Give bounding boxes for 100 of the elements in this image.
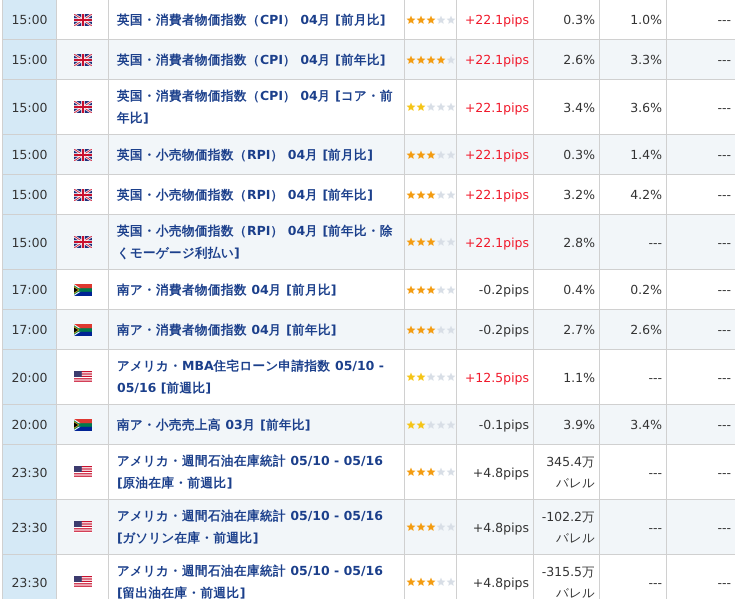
table-cell-text: 0.4% — [563, 281, 595, 299]
star-icon — [436, 54, 446, 64]
pips-value: +12.5pips — [464, 370, 529, 384]
table-cell-text: 2.8% — [563, 234, 595, 252]
star-icon — [406, 150, 416, 160]
table-cell: --- — [717, 234, 731, 250]
table-cell: --- — [717, 417, 731, 432]
event-title[interactable]: アメリカ・MBA住宅ローン申請指数 05/10 - 05/16 [前週比] — [117, 355, 396, 399]
table-cell: 0.2% — [630, 282, 662, 297]
table-cell: --- — [648, 574, 662, 590]
star-icon — [416, 190, 426, 200]
star-icon — [426, 190, 436, 200]
event-title[interactable]: 英国・消費者物価指数（CPI） 04月 [コア・前年比] — [117, 85, 396, 129]
table-cell: --- — [717, 282, 731, 297]
flag-icon — [74, 14, 92, 26]
star-icon — [416, 237, 426, 247]
star-icon — [406, 102, 416, 112]
table-cell-text: 0.3% — [563, 11, 595, 29]
star-icon — [416, 467, 426, 477]
event-time: 15:00 — [11, 147, 48, 162]
pips-value: +4.8pips — [472, 520, 529, 534]
table-cell-text: 2.7% — [563, 321, 595, 339]
event-time: 15:00 — [11, 12, 48, 27]
table-cell-text: 2.6% — [563, 51, 595, 69]
event-time: 15:00 — [11, 52, 48, 67]
event-title[interactable]: アメリカ・週間石油在庫統計 05/10 - 05/16 [原油在庫・前週比] — [117, 450, 396, 494]
table-cell: 3.6% — [630, 100, 662, 114]
pips-value: -0.1pips — [478, 417, 529, 432]
table-cell: 3.4% — [630, 417, 662, 432]
star-icon — [406, 237, 416, 247]
table-cell-text: -315.5万バレル — [540, 563, 595, 599]
event-title[interactable]: 南ア・消費者物価指数 04月 [前月比] — [117, 278, 337, 300]
star-icon — [406, 420, 416, 430]
flag-icon — [74, 101, 92, 113]
star-icon — [426, 237, 436, 247]
table-cell: --- — [717, 520, 731, 534]
event-title[interactable]: 英国・小売物価指数（RPI） 04月 [前月比] — [117, 144, 373, 166]
event-time: 23:30 — [11, 464, 48, 480]
table-cell: 1.4% — [630, 147, 662, 162]
star-icon — [426, 284, 436, 294]
star-icon — [406, 522, 416, 532]
star-icon — [426, 577, 436, 587]
event-time: 15:00 — [11, 234, 48, 250]
star-icon — [416, 577, 426, 587]
flag-icon — [74, 236, 92, 248]
table-cell: 4.2% — [630, 187, 662, 202]
flag-icon — [74, 466, 92, 478]
star-icon — [406, 54, 416, 64]
event-time: 17:00 — [11, 282, 48, 297]
table-cell: --- — [717, 12, 731, 27]
table-cell: 3.3% — [630, 52, 662, 67]
star-icon — [426, 522, 436, 532]
flag-icon — [74, 371, 92, 383]
event-title[interactable]: 南ア・小売売上高 03月 [前年比] — [117, 414, 311, 436]
table-cell: --- — [717, 322, 731, 337]
event-time: 23:30 — [11, 520, 48, 534]
pips-value: +22.1pips — [464, 147, 529, 162]
pips-value: +22.1pips — [464, 187, 529, 202]
table-cell: --- — [648, 520, 662, 534]
event-title[interactable]: アメリカ・週間石油在庫統計 05/10 - 05/16 [留出油在庫・前週比] — [117, 560, 396, 599]
star-icon — [406, 467, 416, 477]
pips-value: +22.1pips — [464, 52, 529, 67]
flag-icon — [74, 284, 92, 296]
flag-icon — [74, 148, 92, 160]
table-cell-text: 345.4万バレル — [545, 453, 595, 492]
flag-icon — [74, 324, 92, 336]
star-icon — [416, 14, 426, 24]
table-cell: 1.0% — [630, 12, 662, 27]
pips-value: +22.1pips — [464, 100, 529, 114]
event-title[interactable]: アメリカ・週間石油在庫統計 05/10 - 05/16 [ガソリン在庫・前週比] — [117, 505, 396, 549]
event-title[interactable]: 英国・消費者物価指数（CPI） 04月 [前年比] — [117, 48, 386, 70]
event-title[interactable]: 英国・小売物価指数（RPI） 04月 [前年比] — [117, 184, 373, 206]
event-time: 20:00 — [11, 370, 48, 384]
pips-value: +4.8pips — [472, 464, 529, 480]
pips-value: -0.2pips — [478, 322, 529, 337]
event-title[interactable]: 南ア・消費者物価指数 04月 [前年比] — [117, 318, 337, 340]
table-cell: --- — [717, 52, 731, 67]
event-time: 15:00 — [11, 187, 48, 202]
event-title[interactable]: 英国・小売物価指数（RPI） 04月 [前年比・除くモーゲージ利払い] — [117, 220, 396, 264]
star-icon — [416, 54, 426, 64]
table-cell-text: 3.2% — [563, 186, 595, 204]
table-cell: --- — [717, 574, 731, 590]
table-cell-text: 1.1% — [563, 368, 595, 386]
event-time: 23:30 — [11, 574, 48, 590]
star-icon — [406, 372, 416, 382]
star-icon — [416, 284, 426, 294]
flag-icon — [74, 54, 92, 66]
star-icon — [426, 324, 436, 334]
star-icon — [426, 54, 436, 64]
flag-icon — [74, 521, 92, 533]
table-cell: --- — [648, 234, 662, 250]
pips-value: +4.8pips — [472, 574, 529, 590]
table-cell-text: 3.4% — [563, 98, 595, 116]
flag-icon — [74, 576, 92, 588]
star-icon — [416, 150, 426, 160]
star-icon — [416, 420, 426, 430]
star-icon — [416, 102, 426, 112]
star-icon — [416, 522, 426, 532]
event-title[interactable]: 英国・消費者物価指数（CPI） 04月 [前月比] — [117, 8, 386, 30]
table-cell-text: -102.2万バレル — [540, 508, 595, 547]
